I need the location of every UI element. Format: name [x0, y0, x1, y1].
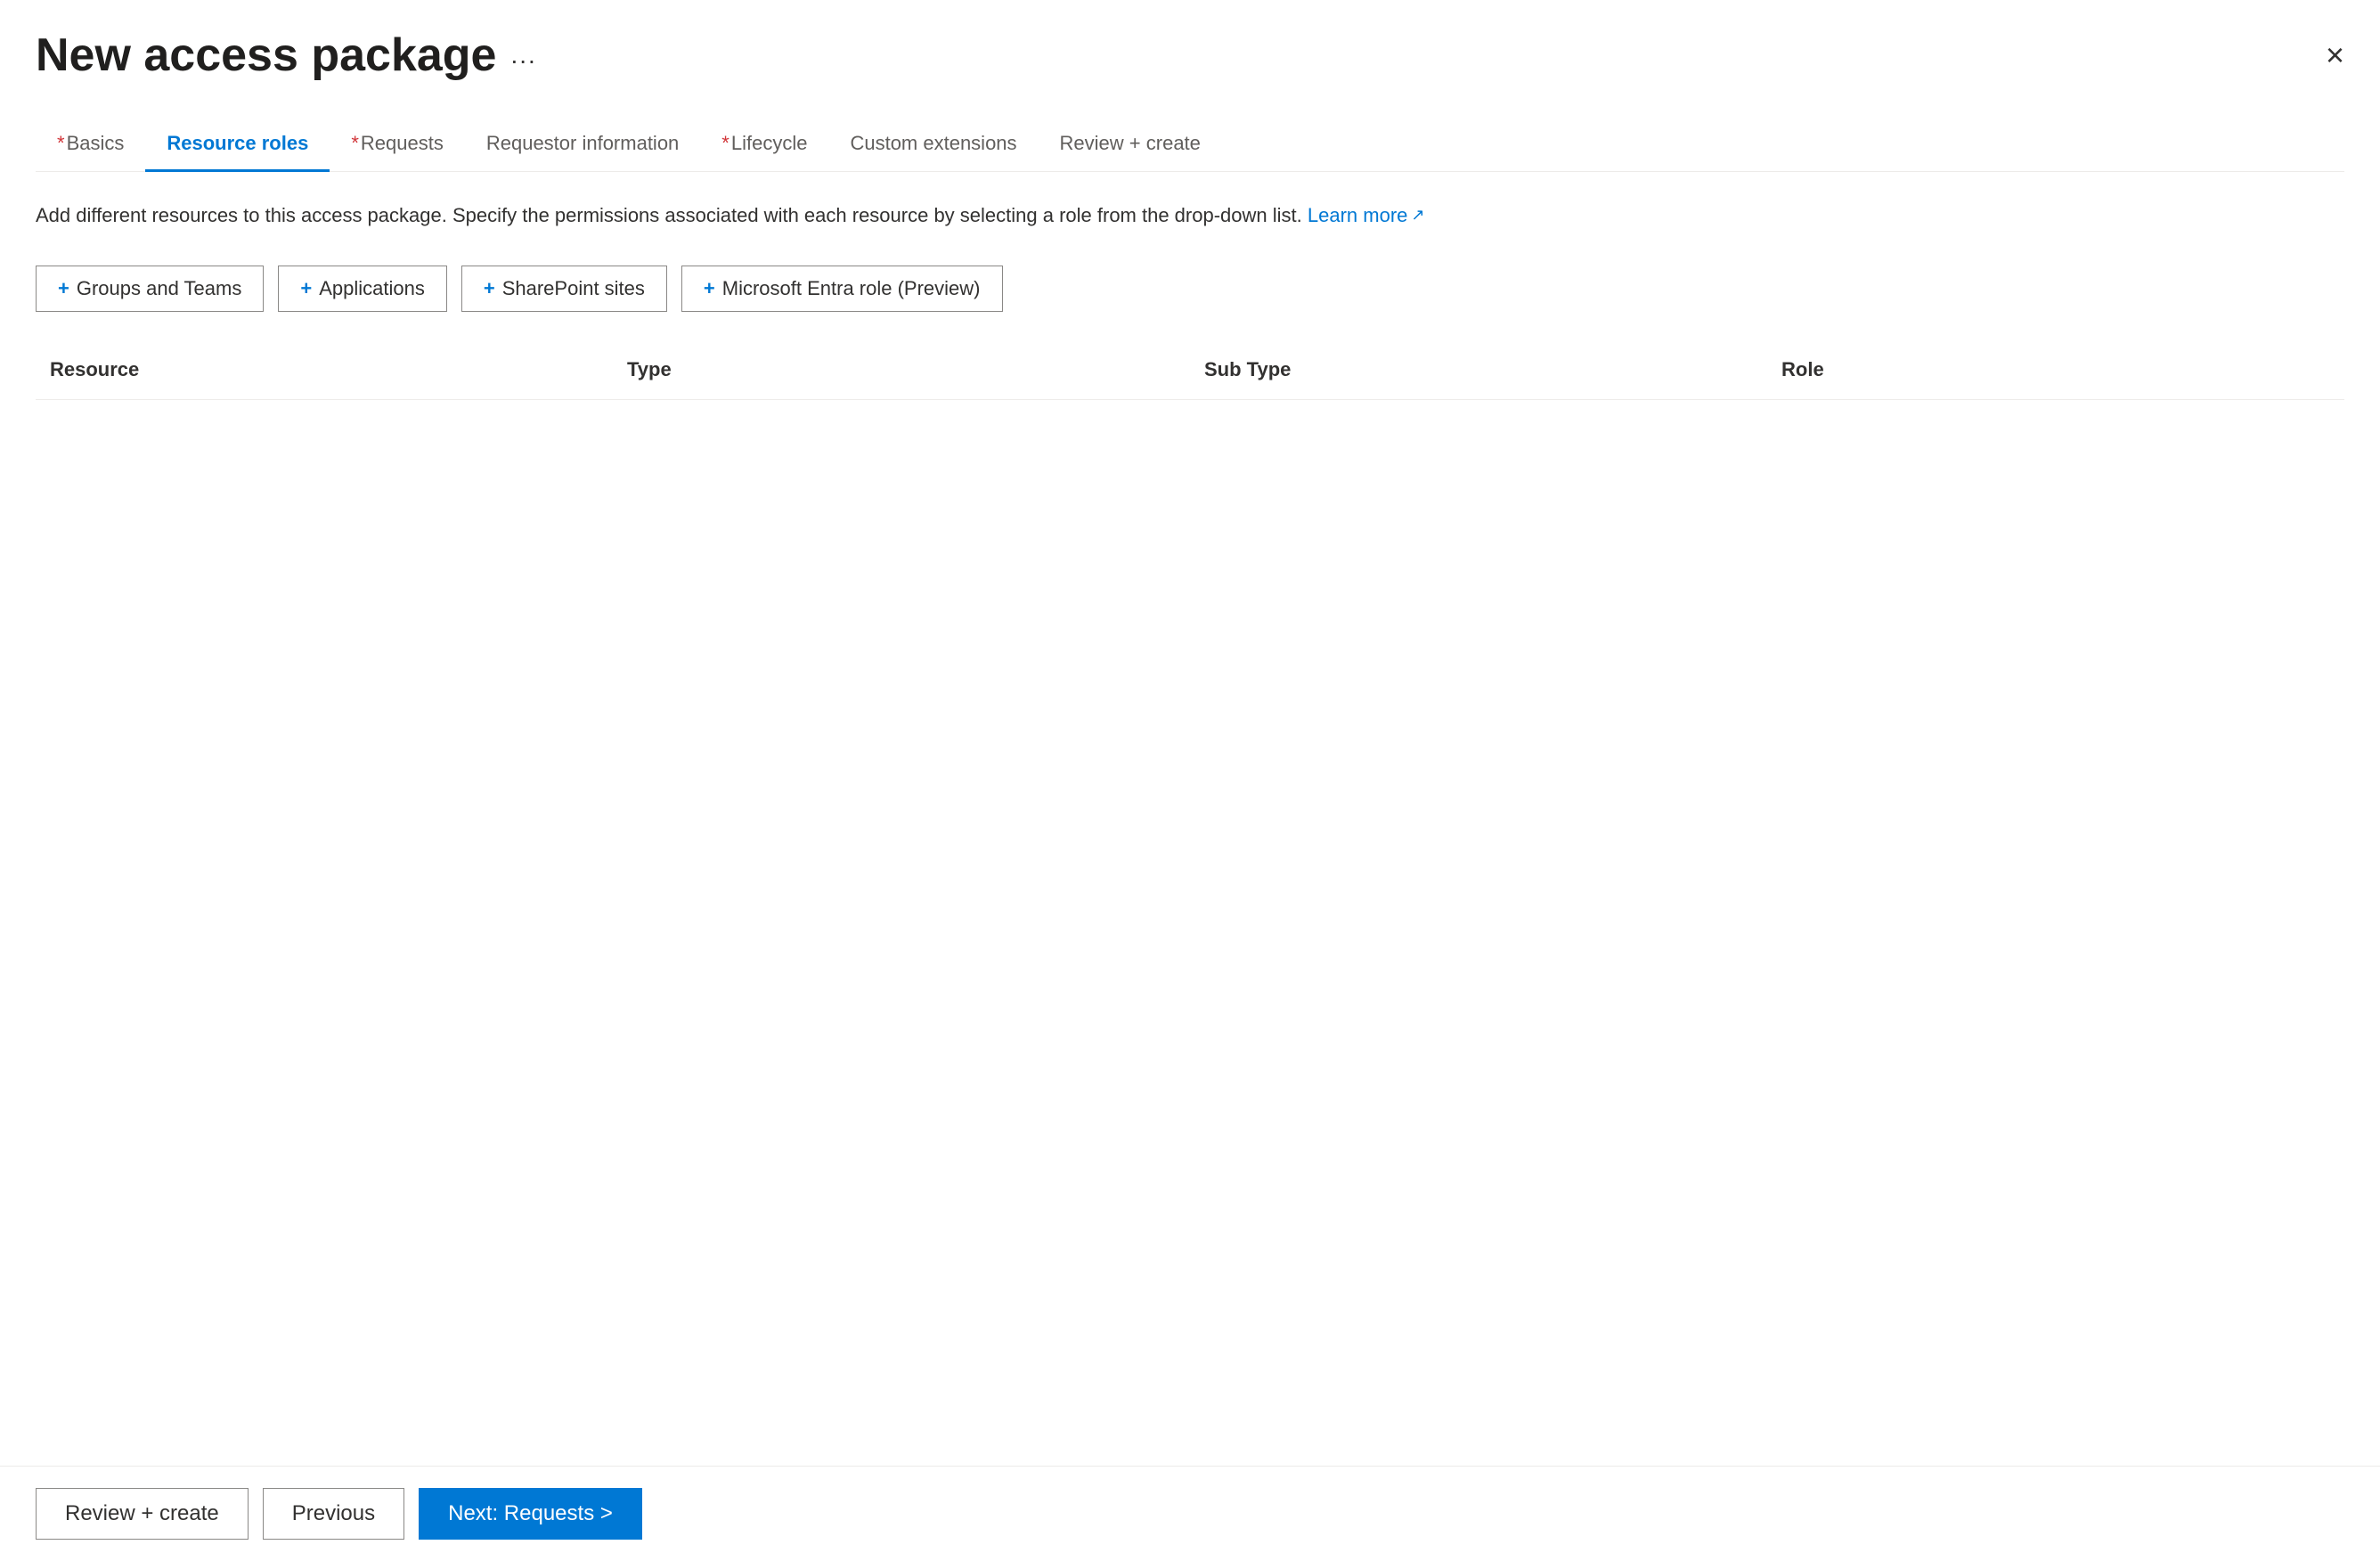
plus-icon-entra: +: [704, 277, 715, 300]
table-header-row: Resource Type Sub Type Role: [36, 340, 2344, 400]
col-type: Type: [613, 351, 1190, 388]
applications-button[interactable]: + Applications: [278, 266, 447, 312]
review-create-button[interactable]: Review + create: [36, 1488, 249, 1540]
footer: Review + create Previous Next: Requests …: [0, 1466, 2380, 1561]
tabs-nav: *Basics Resource roles *Requests Request…: [36, 118, 2344, 172]
col-subtype: Sub Type: [1190, 351, 1767, 388]
previous-button[interactable]: Previous: [263, 1488, 404, 1540]
tab-basics[interactable]: *Basics: [36, 118, 145, 172]
sharepoint-sites-button[interactable]: + SharePoint sites: [461, 266, 667, 312]
page-title: New access package: [36, 29, 496, 82]
required-star-requests: *: [351, 132, 359, 154]
more-options-icon[interactable]: ...: [510, 41, 536, 69]
learn-more-link[interactable]: Learn more ↗: [1308, 200, 1425, 230]
close-icon[interactable]: ×: [2326, 39, 2344, 71]
resource-table: Resource Type Sub Type Role: [36, 340, 2344, 1561]
tab-review-create[interactable]: Review + create: [1039, 118, 1222, 172]
plus-icon-applications: +: [300, 277, 312, 300]
tab-requestor-info[interactable]: Requestor information: [465, 118, 700, 172]
tab-resource-roles[interactable]: Resource roles: [145, 118, 330, 172]
external-link-icon: ↗: [1411, 203, 1424, 227]
groups-teams-button[interactable]: + Groups and Teams: [36, 266, 264, 312]
plus-icon-sharepoint: +: [484, 277, 495, 300]
required-star-lifecycle: *: [721, 132, 729, 154]
col-resource: Resource: [36, 351, 613, 388]
required-star-basics: *: [57, 132, 65, 154]
col-role: Role: [1767, 351, 2344, 388]
entra-role-button[interactable]: + Microsoft Entra role (Preview): [681, 266, 1003, 312]
next-button[interactable]: Next: Requests >: [419, 1488, 642, 1540]
tab-custom-extensions[interactable]: Custom extensions: [828, 118, 1038, 172]
tab-requests[interactable]: *Requests: [330, 118, 465, 172]
tab-lifecycle[interactable]: *Lifecycle: [700, 118, 828, 172]
resource-action-buttons: + Groups and Teams + Applications + Shar…: [36, 266, 2344, 312]
description-text: Add different resources to this access p…: [36, 200, 2344, 230]
plus-icon-groups: +: [58, 277, 69, 300]
